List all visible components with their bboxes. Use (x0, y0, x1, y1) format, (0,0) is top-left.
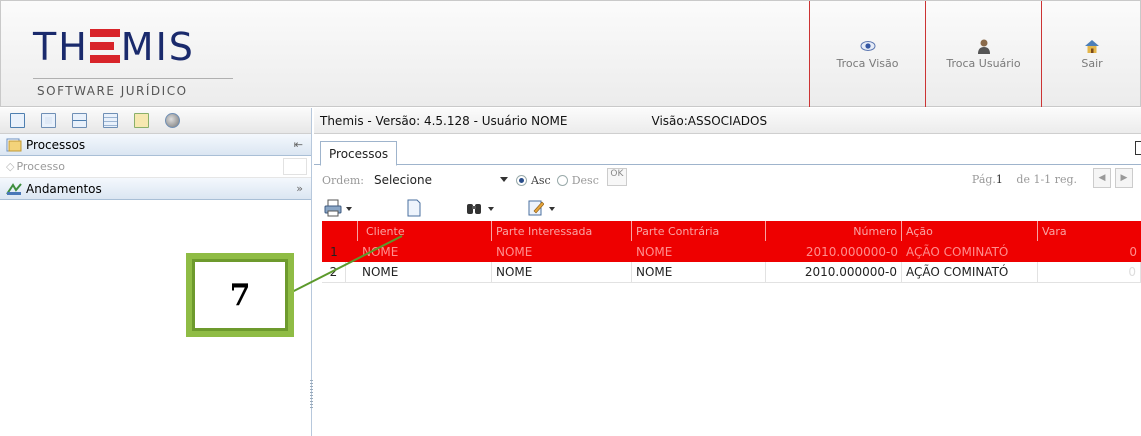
chevron-down-icon[interactable] (488, 207, 494, 211)
grid-header-rownum (322, 221, 358, 241)
cell-vara: 0 (1038, 262, 1141, 282)
logo-subtitle: SOFTWARE JURÍDICO (37, 84, 188, 98)
andamentos-icon (6, 182, 22, 195)
col-header-vara[interactable]: Vara (1038, 221, 1141, 241)
logo-text-right: MIS (120, 25, 195, 69)
cell-cliente: NOME (362, 244, 399, 259)
folder-icon (6, 138, 22, 151)
layout-icon-4[interactable] (103, 113, 118, 128)
cell-numero: 2010.000000-0 (805, 244, 898, 259)
cell-acao: AÇÃO COMINATÓ (902, 262, 1038, 282)
filter-row: Ordem: Selecione Asc Desc OK Pág.1 de 1-… (314, 166, 1141, 194)
user-icon (977, 39, 990, 54)
accordion-andamentos-label: Andamentos (26, 181, 102, 196)
bullet-icon: ◇ (6, 160, 15, 173)
next-page-button[interactable]: ▶ (1115, 168, 1133, 188)
col-header-parte-contraria[interactable]: Parte Contrária (632, 221, 766, 241)
table-row[interactable]: 1 NOME NOME NOME 2010.000000-0 AÇÃO COMI… (322, 241, 1141, 262)
desc-radio[interactable] (556, 174, 568, 186)
pag-suffix: de 1-1 reg. (1016, 173, 1077, 186)
cell-parte-interessada: NOME (496, 244, 533, 259)
edit-icon[interactable] (528, 199, 544, 217)
ok-button[interactable]: OK (606, 168, 627, 186)
round-icon[interactable] (165, 113, 180, 128)
grid-header-row: Cliente Parte Interessada Parte Contrári… (322, 221, 1141, 241)
eye-icon (860, 41, 875, 51)
printer-icon[interactable] (324, 199, 342, 217)
col-header-cliente[interactable]: Cliente (358, 221, 492, 241)
prev-page-button[interactable]: ◀ (1093, 168, 1111, 188)
version-bar: Themis - Versão: 4.5.128 - Usuário NOME … (314, 108, 1141, 134)
cell-acao: AÇÃO COMINATÓ (906, 244, 1009, 259)
col-header-acao[interactable]: Ação (902, 221, 1038, 241)
chevron-down-icon (499, 177, 508, 182)
row-number: 1 (330, 244, 338, 259)
cell-cliente: NOME (358, 262, 492, 282)
collapse-icon[interactable]: ⇤ (294, 138, 303, 151)
cell-numero: 2010.000000-0 (766, 262, 902, 282)
ordem-select-value: Selecione (373, 173, 432, 187)
sair-button[interactable]: Sair (1042, 1, 1141, 107)
annotation-callout: 7 (186, 253, 294, 337)
processos-grid: Cliente Parte Interessada Parte Contrári… (322, 221, 1141, 283)
corner-marker (1135, 141, 1141, 155)
logo-text-left: TH (33, 25, 89, 69)
layout-icon-5[interactable] (134, 113, 149, 128)
troca-usuario-label: Troca Usuário (946, 57, 1021, 70)
troca-usuario-button[interactable]: Troca Usuário (926, 1, 1041, 107)
logo-e-mark (89, 29, 120, 63)
ordem-select[interactable]: Selecione (374, 171, 510, 189)
main-panel: Themis - Versão: 4.5.128 - Usuário NOME … (314, 108, 1141, 436)
logo-divider (33, 78, 233, 79)
app-header: TH MIS SOFTWARE JURÍDICO Troca Visão Troc… (0, 0, 1141, 107)
tab-strip: Processos (314, 135, 1141, 166)
cell-vara: 0 (1129, 244, 1137, 259)
themis-logo: TH MIS SOFTWARE JURÍDICO (11, 9, 241, 99)
visao-text: Visão:ASSOCIADOS (651, 113, 768, 128)
grid-toolbar (320, 195, 600, 221)
col-header-numero[interactable]: Número (766, 221, 902, 241)
accordion-processos[interactable]: Processos ⇤ (0, 134, 311, 156)
table-row[interactable]: 2 NOME NOME NOME 2010.000000-0 AÇÃO COMI… (322, 262, 1141, 283)
cell-parte-interessada: NOME (492, 262, 632, 282)
asc-radio[interactable] (515, 174, 527, 186)
ordem-label: Ordem: (322, 173, 364, 187)
layout-icon-1[interactable] (10, 113, 25, 128)
pagination: Pág.1 de 1-1 reg. (972, 173, 1077, 186)
asc-label: Asc (530, 173, 551, 187)
desc-label: Desc (571, 173, 599, 187)
accordion-processos-label: Processos (26, 137, 86, 152)
panel-splitter[interactable] (310, 380, 313, 410)
cell-parte-contraria: NOME (632, 262, 766, 282)
accordion-andamentos[interactable]: Andamentos » (0, 178, 311, 200)
version-text: Themis - Versão: 4.5.128 - Usuário NOME (320, 113, 568, 128)
col-header-parte-interessada[interactable]: Parte Interessada (492, 221, 632, 241)
pag-number[interactable]: 1 (996, 173, 1003, 186)
layout-icon-3[interactable] (72, 113, 87, 128)
sair-label: Sair (1081, 57, 1103, 70)
chevron-down-icon[interactable] (346, 207, 352, 211)
accordion-item-label: Processo (16, 160, 65, 173)
cell-parte-contraria: NOME (636, 244, 673, 259)
home-icon (1085, 40, 1099, 53)
pag-label: Pág. (971, 173, 996, 186)
layout-icon-2[interactable] (41, 113, 56, 128)
tab-processos[interactable]: Processos (320, 141, 398, 166)
troca-visao-button[interactable]: Troca Visão (810, 1, 925, 107)
binoculars-icon[interactable] (466, 199, 482, 217)
troca-visao-label: Troca Visão (836, 57, 899, 70)
logo-wordmark: TH MIS (33, 25, 195, 69)
accordion-item-box (283, 158, 307, 175)
document-icon[interactable] (406, 199, 422, 217)
expand-icon[interactable]: » (296, 182, 303, 195)
annotation-number: 7 (192, 259, 288, 331)
chevron-down-icon[interactable] (549, 207, 555, 211)
accordion-item-processo[interactable]: ◇ Processo (0, 156, 311, 178)
row-number: 2 (322, 262, 346, 282)
left-toolbar (0, 108, 311, 134)
